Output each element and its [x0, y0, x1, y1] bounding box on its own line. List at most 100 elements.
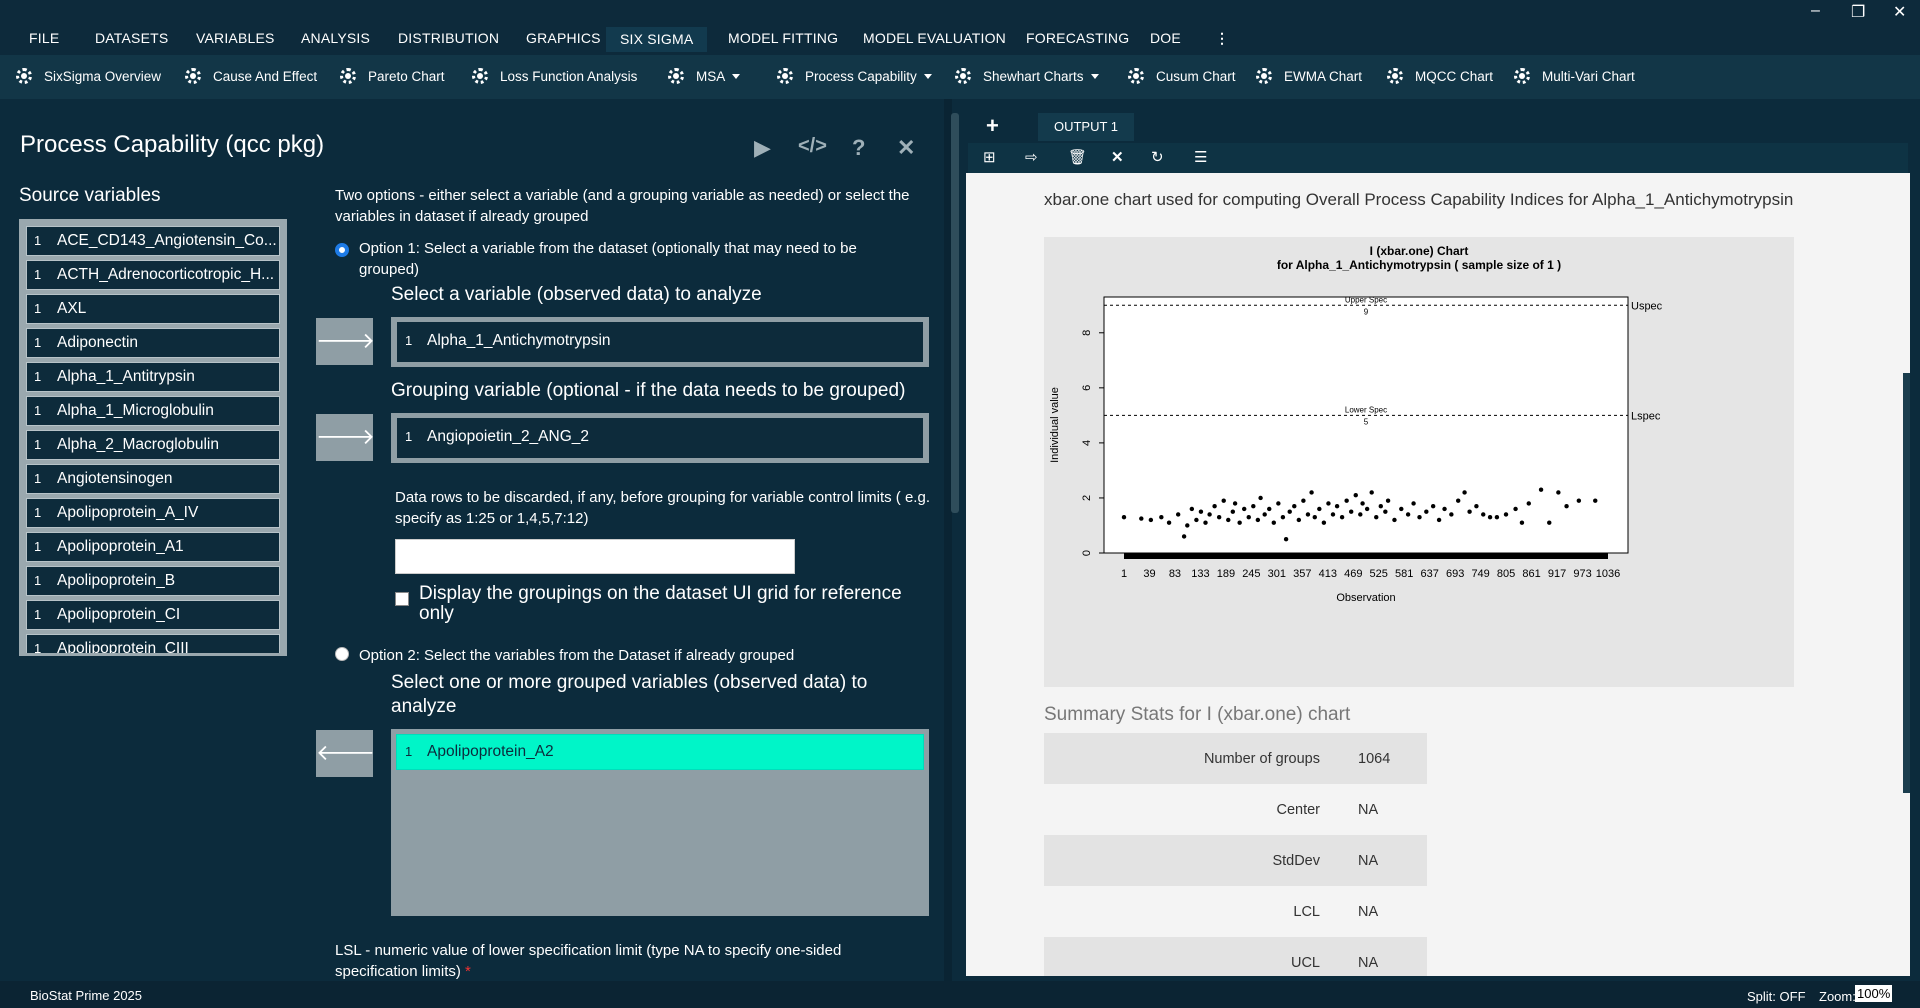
source-variable-item[interactable]: 1 Alpha_2_Macroglobulin	[26, 430, 280, 460]
zoom-value[interactable]: 100%	[1855, 985, 1893, 1002]
chevron-down-icon	[1090, 73, 1099, 79]
more-menu-icon[interactable]: ⋮	[1215, 30, 1229, 47]
source-variable-item[interactable]: 1 Apolipoprotein_B	[26, 566, 280, 596]
menu-six-sigma[interactable]: SIX SIGMA	[606, 27, 708, 52]
source-variable-item[interactable]: 1 AXL	[26, 294, 280, 324]
y-tick-label: 6	[1081, 385, 1093, 391]
tool-loss-function-analysis[interactable]: Loss Function Analysis	[472, 68, 637, 84]
x-tick-label: 83	[1169, 568, 1181, 580]
tool-process-capability[interactable]: Process Capability	[777, 68, 932, 84]
remove-grouped-button[interactable]: 🡐	[316, 730, 375, 777]
source-variable-item[interactable]: 1 Alpha_1_Antitrypsin	[26, 362, 280, 392]
lsl-label-text: LSL - numeric value of lower specificati…	[335, 942, 842, 980]
gear-icon	[1514, 68, 1530, 84]
tool-ewma-chart[interactable]: EWMA Chart	[1256, 68, 1362, 84]
numeric-variable-icon: 1	[34, 437, 42, 452]
trash-icon[interactable]: 🗑	[1068, 148, 1087, 166]
move-grouping-button[interactable]: 🡒	[316, 414, 375, 461]
source-variable-label: Apolipoprotein_B	[57, 572, 176, 589]
data-point	[1175, 512, 1181, 517]
tab-output-1[interactable]: OUTPUT 1	[1038, 113, 1134, 141]
gear-icon	[185, 68, 201, 84]
grouped-variables-label: Select one or more grouped variables (ob…	[391, 672, 868, 717]
stat-label: StdDev	[1272, 852, 1320, 869]
menu-model-evaluation[interactable]: MODEL EVALUATION	[863, 30, 1006, 46]
data-point	[1494, 515, 1500, 520]
x-tick-label: 413	[1319, 568, 1337, 580]
option1-label: Option 1: Select a variable from the dat…	[359, 240, 857, 278]
source-variable-item[interactable]: 1 Angiotensinogen	[26, 464, 280, 494]
menu-doe[interactable]: DOE	[1150, 30, 1181, 46]
menu-forecasting[interactable]: FORECASTING	[1026, 30, 1129, 46]
selected-variable-box[interactable]: 1 Alpha_1_Antichymotrypsin	[391, 317, 929, 367]
add-output-tab-icon[interactable]: +	[986, 113, 999, 139]
tool-sixsigma-overview[interactable]: SixSigma Overview	[16, 68, 161, 84]
data-point	[1189, 506, 1195, 512]
move-variable-button[interactable]: 🡒	[316, 318, 375, 365]
x-tick-label: 581	[1395, 568, 1413, 580]
grouped-variable-item[interactable]: 1 Apolipoprotein_A2	[396, 734, 924, 770]
dialog-scrollbar[interactable]	[951, 113, 959, 513]
code-icon[interactable]: </>	[798, 135, 827, 158]
display-groupings-checkbox[interactable]	[395, 592, 409, 606]
tool-label: Shewhart Charts	[983, 68, 1084, 84]
menu-distribution[interactable]: DISTRIBUTION	[398, 30, 499, 46]
menu-file[interactable]: FILE	[29, 30, 59, 46]
source-variable-label: Adiponectin	[57, 334, 139, 351]
x-tick-label: 917	[1548, 568, 1566, 580]
minimize-icon[interactable]: –	[1811, 2, 1820, 20]
option2-radio[interactable]	[335, 647, 349, 661]
data-point	[1383, 509, 1388, 514]
source-variable-item[interactable]: 1 Apolipoprotein_A_IV	[26, 498, 280, 528]
menu-analysis[interactable]: ANALYSIS	[301, 30, 370, 46]
dialog-title: Process Capability (qcc pkg)	[20, 131, 325, 158]
gear-icon	[340, 68, 356, 84]
output-content: xbar.one chart used for computing Overal…	[966, 173, 1910, 976]
source-variable-item[interactable]: 1 Alpha_1_Microglobulin	[26, 396, 280, 426]
split-status[interactable]: Split: OFF	[1747, 989, 1806, 1004]
run-icon[interactable]: ▶	[754, 135, 771, 161]
tool-label: EWMA Chart	[1284, 68, 1363, 84]
menu-graphics[interactable]: GRAPHICS	[526, 30, 601, 46]
close-window-icon[interactable]: ✕	[1893, 2, 1906, 22]
list-icon[interactable]: ☰	[1194, 148, 1207, 166]
refresh-icon[interactable]: ↻	[1151, 148, 1164, 166]
tool-cusum-chart[interactable]: Cusum Chart	[1128, 68, 1236, 84]
data-point	[1374, 515, 1379, 520]
source-variable-item[interactable]: 1 Apolipoprotein_CI	[26, 600, 280, 630]
gear-icon	[668, 68, 684, 84]
x-axis-label: Observation	[1336, 592, 1395, 604]
help-icon[interactable]: ?	[852, 135, 865, 161]
tool-cause-and-effect[interactable]: Cause And Effect	[185, 68, 317, 84]
export-icon[interactable]: ⇨	[1025, 148, 1038, 166]
grouping-variable-box[interactable]: 1 Angiopoietin_2_ANG_2	[391, 413, 929, 463]
data-point	[1185, 523, 1190, 528]
spec-line-value: 9	[1364, 307, 1369, 316]
menu-datasets[interactable]: DATASETS	[95, 30, 168, 46]
spec-side-label: Lspec	[1631, 410, 1661, 422]
tool-shewhart-charts[interactable]: Shewhart Charts	[955, 68, 1099, 84]
tool-mqcc-chart[interactable]: MQCC Chart	[1387, 68, 1493, 84]
tool-pareto-chart[interactable]: Pareto Chart	[340, 68, 445, 84]
source-variable-item[interactable]: 1 Apolipoprotein_A1	[26, 532, 280, 562]
source-variable-list[interactable]: 1 ACE_CD143_Angiotensin_Co... 1 ACTH_Adreno…	[19, 219, 287, 656]
option2-label: Option 2: Select the variables from the …	[359, 647, 795, 664]
add-icon[interactable]: ⊞	[983, 148, 996, 166]
discard-rows-input[interactable]	[395, 539, 795, 574]
source-variable-item[interactable]: 1 ACE_CD143_Angiotensin_Co...	[26, 226, 280, 256]
tool-msa[interactable]: MSA	[668, 68, 741, 84]
clear-icon[interactable]: ✕	[1111, 148, 1124, 166]
source-variable-item[interactable]: 1 ACTH_Adrenocorticotropic_H...	[26, 260, 280, 290]
tool-multi-vari-chart[interactable]: Multi-Vari Chart	[1514, 68, 1635, 84]
data-point	[1305, 512, 1311, 517]
maximize-icon[interactable]: ❐	[1851, 2, 1865, 22]
option1-radio[interactable]	[335, 243, 349, 257]
output-scrollbar[interactable]	[1903, 373, 1910, 793]
source-variable-item[interactable]: 1 Apolipoprotein_CIII	[26, 634, 280, 653]
menu-model-fitting[interactable]: MODEL FITTING	[728, 30, 838, 46]
grouped-variables-box[interactable]: 1 Apolipoprotein_A2	[391, 729, 929, 916]
data-point	[1467, 509, 1472, 514]
close-icon[interactable]: ✕	[897, 135, 915, 161]
source-variable-item[interactable]: 1 Adiponectin	[26, 328, 280, 358]
menu-variables[interactable]: VARIABLES	[196, 30, 275, 46]
